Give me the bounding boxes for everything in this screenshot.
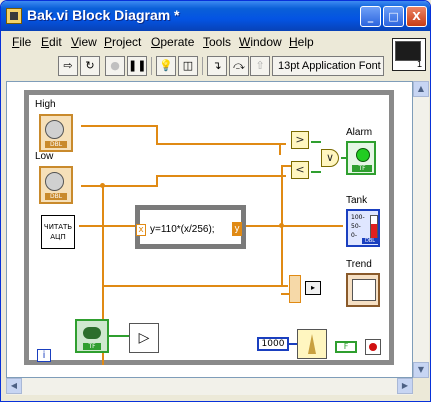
pause-icon[interactable]: ❚❚ [127,56,147,76]
block-diagram-window: Bak.vi Block Diagram * _ □ X File Edit V… [0,0,431,402]
led-icon [356,148,370,162]
minimize-button[interactable]: _ [360,6,381,27]
not-gate-icon[interactable]: ▷ [129,323,159,353]
abort-icon[interactable]: ● [105,56,125,76]
menu-help[interactable]: Help [289,35,314,49]
wire-stop[interactable] [107,335,131,337]
alarm-type-tag: TF [352,165,372,172]
vi-connector-icon[interactable]: 1 [392,38,426,71]
title-bar[interactable]: Bak.vi Block Diagram * _ □ X [1,1,430,31]
iteration-terminal[interactable]: i [37,349,51,362]
wire-bool[interactable] [311,141,321,143]
scroll-up-icon[interactable]: ▲ [413,81,429,97]
formula-input-x[interactable]: x [136,224,146,236]
wire-level[interactable] [243,225,343,227]
highlight-execution-icon[interactable]: 💡 [156,56,176,76]
build-array-node[interactable] [289,275,301,303]
horizontal-scrollbar[interactable]: ◀ ▶ [6,378,413,395]
label-trend: Trend [346,259,372,270]
toolbar-separator [151,57,152,75]
wait-ms-constant[interactable]: 1000 [257,337,289,351]
scroll-down-icon[interactable]: ▼ [413,362,429,378]
vi-icon-screen [395,41,421,61]
menu-project[interactable]: Project [104,35,141,49]
less-than-icon[interactable]: < [291,161,309,179]
tank-tick: 50- [351,223,361,230]
bundle-node-icon[interactable]: ▸ [305,281,321,295]
font-selector[interactable]: 13pt Application Font [272,56,384,76]
wait-ms-metronome-icon[interactable] [297,329,327,359]
stop-type-tag: TF [83,343,101,350]
run-continuously-icon[interactable]: ↻ [80,56,100,76]
wire-high[interactable] [279,143,281,155]
loop-condition-terminal[interactable] [365,339,381,355]
knob-dial-icon [45,172,64,191]
diagram-canvas[interactable]: High DBL Low DBL ЧИТАТЬ АЦП x y=110*(x/2… [6,81,413,378]
or-gate-icon[interactable]: ∨ [321,149,339,167]
while-loop[interactable]: High DBL Low DBL ЧИТАТЬ АЦП x y=110*(x/2… [24,90,394,365]
scroll-right-icon[interactable]: ▶ [397,378,413,394]
wire-high[interactable] [156,143,286,145]
tank-indicator[interactable]: 100- 50- 0- DBL [346,209,380,247]
formula-text[interactable]: y=110*(x/256); [150,224,215,235]
toolbar: ⇨ ↻ ● ❚❚ 💡 ◫ ↴ ⤼ ⇧ 13pt Application Font [1,53,389,79]
menu-view[interactable]: View [71,35,97,49]
formula-node[interactable]: x y=110*(x/256); y [135,205,246,249]
wire-adc[interactable] [79,225,139,227]
label-low: Low [35,151,54,162]
stop-button-control[interactable]: TF [75,319,109,353]
knob-type-tag: DBL [45,141,67,148]
false-constant[interactable]: F [335,341,357,353]
formula-output-y[interactable]: y [232,222,242,236]
alarm-led-indicator[interactable]: TF [346,141,376,175]
label-alarm: Alarm [346,127,373,138]
tank-tick: 100- [351,214,365,221]
menu-window[interactable]: Window [239,35,282,49]
wire-junction [279,223,284,228]
wire-level-branch[interactable] [281,293,289,295]
retain-wire-values-icon[interactable]: ◫ [178,56,198,76]
stop-condition-icon [369,343,377,351]
high-knob-control[interactable]: DBL [39,114,73,152]
wire-level-branch[interactable] [281,165,291,167]
toolbar-separator [202,57,203,75]
greater-than-icon[interactable]: > [291,131,309,149]
knob-type-tag: DBL [45,193,67,200]
menu-file[interactable]: File [12,35,31,49]
menu-edit[interactable]: Edit [41,35,62,49]
vi-icon-number: 1 [416,59,422,69]
wire-low[interactable] [156,175,286,177]
knob-dial-icon [45,120,64,139]
wire-low-branch[interactable] [102,285,288,287]
step-out-icon[interactable]: ⇧ [250,56,270,76]
label-high: High [35,99,56,110]
label-tank: Tank [346,195,368,206]
menu-operate[interactable]: Operate [151,35,194,49]
maximize-button[interactable]: □ [383,6,404,27]
tank-type-tag: DBL [362,238,378,244]
wire-level-branch[interactable] [281,255,283,285]
window-title: Bak.vi Block Diagram * [27,7,180,23]
step-into-icon[interactable]: ↴ [207,56,227,76]
scroll-left-icon[interactable]: ◀ [6,378,22,394]
wire-bool[interactable] [311,171,321,173]
step-over-icon[interactable]: ⤼ [229,56,249,76]
wire-high[interactable] [156,125,158,143]
wire-junction [100,183,105,188]
chart-icon [352,279,376,301]
menu-bar: File Edit View Project Operate Tools Win… [1,32,387,52]
wire-low[interactable] [81,185,156,187]
tank-scale: 100- 50- 0- [351,213,365,240]
run-arrow-icon[interactable]: ⇨ [58,56,78,76]
menu-tools[interactable]: Tools [203,35,231,49]
wire-high[interactable] [81,125,156,127]
low-knob-control[interactable]: DBL [39,166,73,204]
trend-chart-indicator[interactable] [346,273,380,307]
vi-icon[interactable] [6,8,22,24]
read-adc-subvi[interactable]: ЧИТАТЬ АЦП [41,215,75,249]
stop-icon [83,327,101,339]
vertical-scrollbar[interactable]: ▲ ▼ [413,81,429,378]
close-button[interactable]: X [406,6,427,27]
